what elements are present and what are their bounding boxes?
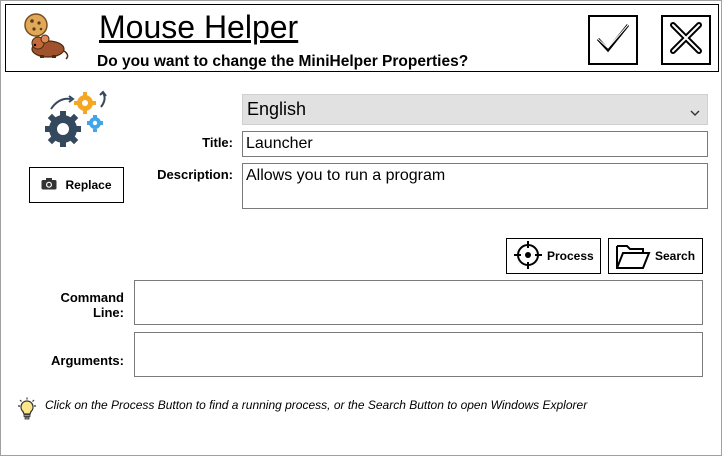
command-line-label-line2: Line: xyxy=(92,305,124,320)
close-icon xyxy=(669,21,703,60)
command-line-input[interactable] xyxy=(134,280,703,325)
app-title: Mouse Helper xyxy=(99,9,299,45)
description-label: Description: xyxy=(157,167,233,182)
close-button[interactable] xyxy=(661,15,711,65)
title-label: Title: xyxy=(202,135,233,150)
mouse-cookie-icon xyxy=(18,11,70,61)
settings-gears-icon xyxy=(41,89,109,149)
hint-text: Click on the Process Button to find a ru… xyxy=(45,398,588,412)
camera-icon xyxy=(41,177,57,193)
replace-button[interactable]: Replace xyxy=(29,167,124,203)
app-subtitle: Do you want to change the MiniHelper Pro… xyxy=(97,53,469,70)
process-button[interactable]: Process xyxy=(506,238,601,274)
language-select[interactable]: English xyxy=(242,94,708,125)
search-button-label: Search xyxy=(655,249,696,263)
checkmark-icon xyxy=(595,21,631,60)
description-input[interactable]: Allows you to run a program xyxy=(242,163,708,209)
chevron-down-icon xyxy=(689,103,701,124)
open-folder-icon xyxy=(615,240,651,273)
arguments-input[interactable] xyxy=(134,332,703,377)
search-button[interactable]: Search xyxy=(608,238,703,274)
crosshair-icon xyxy=(513,240,543,273)
arguments-label: Arguments: xyxy=(51,353,124,368)
title-input[interactable]: Launcher xyxy=(242,131,708,157)
confirm-button[interactable] xyxy=(588,15,638,65)
process-button-label: Process xyxy=(547,249,594,263)
hint-row: Click on the Process Button to find a ru… xyxy=(15,397,587,426)
command-line-label-line1: Command xyxy=(60,290,124,305)
lightbulb-icon xyxy=(15,397,39,426)
header-panel: Mouse Helper Do you want to change the M… xyxy=(5,4,719,72)
replace-button-label: Replace xyxy=(65,178,112,192)
command-line-label: Command Line: xyxy=(41,290,124,320)
language-value: English xyxy=(247,99,307,119)
properties-window: Mouse Helper Do you want to change the M… xyxy=(0,0,722,456)
